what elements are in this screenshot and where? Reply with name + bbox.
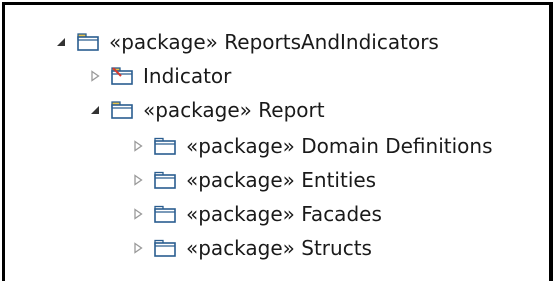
folder-icon [154, 239, 176, 257]
tree-item-entities[interactable]: «package» Entities [132, 163, 376, 197]
tree-item-indicator[interactable]: Indicator [89, 59, 231, 93]
package-folder-error-icon [111, 67, 133, 85]
tree-item-label: «package» Entities [186, 168, 377, 192]
collapsed-twisty-icon[interactable] [132, 140, 144, 152]
package-folder-icon [77, 33, 99, 51]
folder-icon [154, 137, 176, 155]
tree-item-domain-definitions[interactable]: «package» Domain Definitions [132, 129, 493, 163]
expanded-twisty-icon[interactable] [55, 36, 67, 48]
tree-item-label: «package» Facades [186, 202, 382, 226]
tree-item-reportsandindicators[interactable]: «package» ReportsAndIndicators [55, 25, 439, 59]
package-folder-icon [111, 101, 133, 119]
collapsed-twisty-icon[interactable] [132, 208, 144, 220]
expanded-twisty-icon[interactable] [89, 104, 101, 116]
tree-item-label: «package» Structs [186, 236, 372, 260]
tree-item-label: «package» Report [143, 98, 325, 122]
tree-item-label: «package» ReportsAndIndicators [109, 30, 439, 54]
tree-item-label: «package» Domain Definitions [186, 134, 493, 158]
folder-icon [154, 171, 176, 189]
tree-item-label: Indicator [143, 64, 232, 88]
tree-item-report[interactable]: «package» Report [89, 93, 325, 127]
collapsed-twisty-icon[interactable] [132, 242, 144, 254]
collapsed-twisty-icon[interactable] [132, 174, 144, 186]
folder-icon [154, 205, 176, 223]
tree-item-structs[interactable]: «package» Structs [132, 231, 372, 265]
collapsed-twisty-icon[interactable] [89, 70, 101, 82]
tree-item-facades[interactable]: «package» Facades [132, 197, 382, 231]
project-explorer-tree: «package» ReportsAndIndicators Indicator… [2, 2, 553, 281]
